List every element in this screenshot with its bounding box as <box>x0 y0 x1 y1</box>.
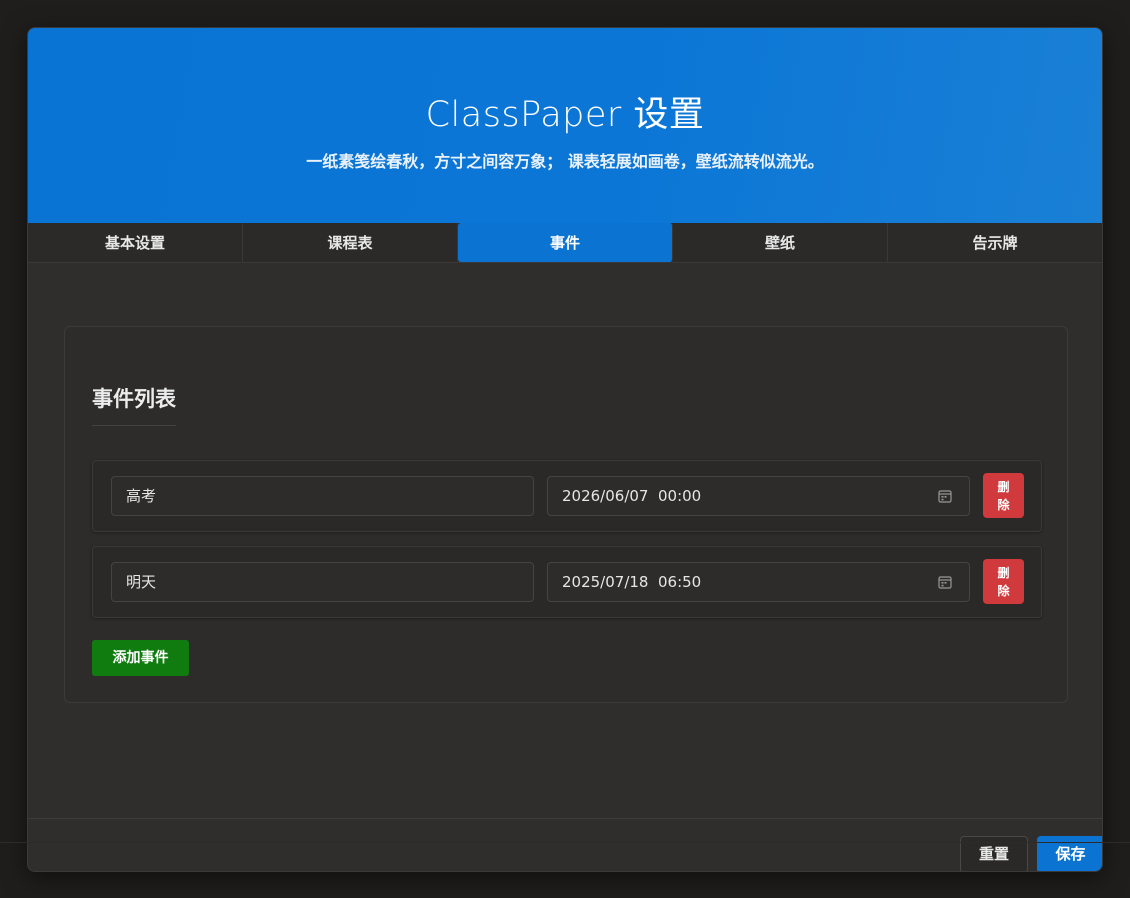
page-subtitle: 一纸素笺绘春秋，方寸之间容万象； 课表轻展如画卷，壁纸流转似流光。 <box>306 152 824 171</box>
event-datetime-input[interactable]: 2025/07/18 06:50 <box>547 562 970 602</box>
event-name-input[interactable]: 高考 <box>111 476 534 516</box>
footer-divider <box>28 818 1102 819</box>
event-name-input[interactable]: 明天 <box>111 562 534 602</box>
background-divider <box>0 842 1130 843</box>
delete-event-button[interactable]: 删除 <box>983 473 1024 518</box>
events-panel: 事件列表 高考 2026/06/07 00:00 删除 明天 2025/07/1… <box>64 326 1068 703</box>
event-datetime-value: 2026/06/07 00:00 <box>562 487 702 505</box>
tab-events[interactable]: 事件 <box>458 223 673 262</box>
tab-bar: 基本设置 课程表 事件 壁纸 告示牌 <box>28 223 1102 263</box>
calendar-icon[interactable] <box>938 489 952 503</box>
tab-schedule[interactable]: 课程表 <box>243 223 458 262</box>
event-row: 明天 2025/07/18 06:50 删除 <box>92 546 1042 618</box>
event-datetime-input[interactable]: 2026/06/07 00:00 <box>547 476 970 516</box>
tab-notice-board[interactable]: 告示牌 <box>888 223 1102 262</box>
delete-button-label: 删除 <box>997 479 1010 512</box>
event-row: 高考 2026/06/07 00:00 删除 <box>92 460 1042 532</box>
add-event-button[interactable]: 添加事件 <box>92 640 189 676</box>
tab-wallpaper[interactable]: 壁纸 <box>673 223 888 262</box>
header-banner: ClassPaper 设置 一纸素笺绘春秋，方寸之间容万象； 课表轻展如画卷，壁… <box>28 28 1102 223</box>
delete-event-button[interactable]: 删除 <box>983 559 1024 604</box>
events-panel-title: 事件列表 <box>92 383 176 426</box>
event-datetime-value: 2025/07/18 06:50 <box>562 573 702 591</box>
tab-basic-settings[interactable]: 基本设置 <box>28 223 243 262</box>
page-title: ClassPaper 设置 <box>425 95 705 135</box>
calendar-icon[interactable] <box>938 575 952 589</box>
delete-button-label: 删除 <box>997 565 1010 598</box>
settings-window: ClassPaper 设置 一纸素笺绘春秋，方寸之间容万象； 课表轻展如画卷，壁… <box>27 27 1103 872</box>
